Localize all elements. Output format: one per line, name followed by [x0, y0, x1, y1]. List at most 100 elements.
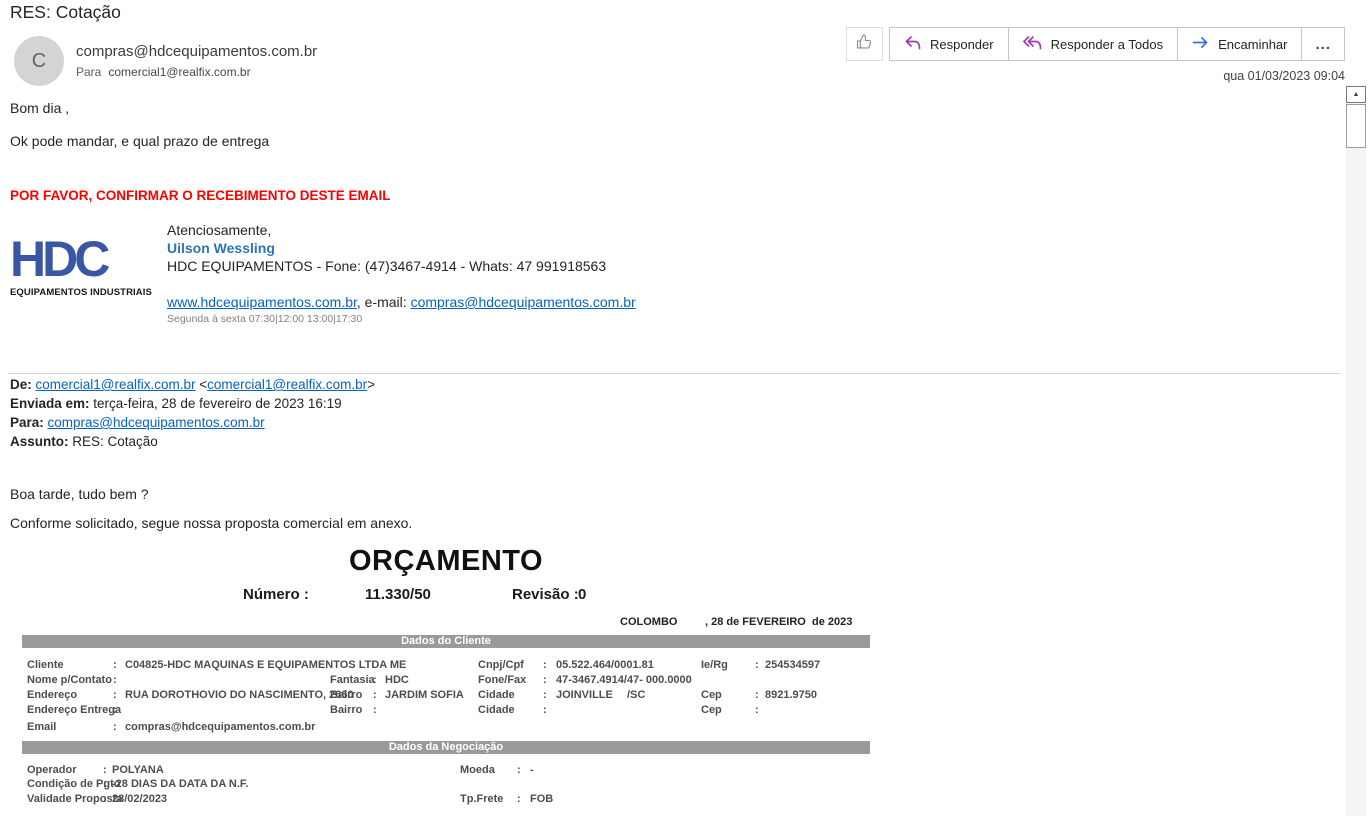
scrollbar[interactable]: ▲ [1346, 86, 1366, 816]
scrollbar-up-button[interactable]: ▲ [1346, 86, 1366, 103]
quoted-to-link[interactable]: compras@hdcequipamentos.com.br [48, 415, 265, 430]
revisao-label: Revisão : [512, 586, 579, 603]
validade-value: 28/02/2023 [112, 793, 167, 805]
quoted-to-line: Para: compras@hdcequipamentos.com.br [10, 415, 265, 430]
negotiation-section-header: Dados da Negociação [22, 741, 870, 754]
bairro-value: JARDIM SOFIA [385, 689, 464, 701]
recipient-address[interactable]: comercial1@realfix.com.br [108, 65, 250, 79]
from-address-link2[interactable]: comercial1@realfix.com.br [207, 377, 367, 392]
endereco-entrega-label: Endereço Entrega [27, 704, 121, 716]
sent-label: Enviada em: [10, 396, 93, 411]
colon: : [543, 674, 547, 686]
sent-value: terça-feira, 28 de fevereiro de 2023 16:… [93, 396, 341, 411]
colon: : [103, 764, 107, 776]
fantasia-label: Fantasia [330, 674, 375, 686]
email-sep: , e-mail: [357, 294, 411, 310]
colon: : [113, 659, 117, 671]
uf-value: /SC [627, 689, 645, 701]
from-label: De: [10, 377, 36, 392]
reply-all-icon [1023, 35, 1042, 53]
like-button[interactable] [846, 27, 883, 61]
document-city: COLOMBO [620, 616, 677, 628]
document-date: , 28 de FEVEREIRO de 2023 [705, 616, 852, 628]
colon: : [373, 704, 377, 716]
client-section-header: Dados do Cliente [22, 635, 870, 648]
numero-label: Número : [243, 586, 309, 603]
numero-value: 11.330/50 [365, 586, 431, 603]
colon: : [113, 721, 117, 733]
received-timestamp: qua 01/03/2023 09:04 [1223, 69, 1345, 83]
hdc-logo: HDC EQUIPAMENTOS INDUSTRIAIS [10, 222, 167, 325]
hdc-logo-caption: EQUIPAMENTOS INDUSTRIAIS [10, 287, 167, 298]
reply-all-button[interactable]: Responder a Todos [1008, 27, 1179, 61]
cidade-value: JOINVILLE [556, 689, 613, 701]
thumbs-up-icon [855, 33, 873, 56]
colon: : [103, 793, 107, 805]
cnpj-value: 05.522.464/0001.81 [556, 659, 654, 671]
colon: : [755, 689, 759, 701]
cnpj-label: Cnpj/Cpf [478, 659, 524, 671]
quoted-subject-label: Assunto: [10, 434, 72, 449]
validade-label: Validade Proposta [27, 793, 122, 805]
sender-avatar[interactable]: C [14, 36, 64, 86]
colon: : [755, 659, 759, 671]
colon: : [113, 674, 117, 686]
quotation-document: ORÇAMENTO Número : 11.330/50 Revisão : 0… [22, 545, 870, 816]
quoted-subject-line: Assunto: RES: Cotação [10, 434, 158, 449]
signature-links: www.hdcequipamentos.com.br, e-mail: comp… [167, 294, 636, 310]
more-actions-button[interactable]: ... [1301, 27, 1345, 61]
contato-label: Nome p/Contato [27, 674, 112, 686]
cidade2-label: Cidade [478, 704, 515, 716]
email-label: Email [27, 721, 56, 733]
sender-address[interactable]: compras@hdcequipamentos.com.br [76, 43, 317, 60]
website-link[interactable]: www.hdcequipamentos.com.br [167, 294, 357, 310]
moeda-value: - [530, 764, 534, 776]
document-title: ORÇAMENTO [22, 545, 870, 578]
quoted-body-line: Boa tarde, tudo bem ? [10, 486, 149, 502]
operador-value: POLYANA [112, 764, 164, 776]
email-signature: HDC EQUIPAMENTOS INDUSTRIAIS Atenciosame… [10, 222, 636, 325]
from-address-link[interactable]: comercial1@realfix.com.br [36, 377, 196, 392]
bracket-close: > [367, 377, 375, 392]
tpfrete-value: FOB [530, 793, 553, 805]
colon: : [517, 793, 521, 805]
email-reading-pane: RES: Cotação Responder [0, 0, 1368, 816]
colon: : [373, 674, 377, 686]
email-subject: RES: Cotação [10, 2, 121, 23]
body-line: Bom dia , [10, 100, 69, 116]
reply-button-label: Responder [930, 37, 994, 52]
signature-closing: Atenciosamente, [167, 222, 636, 238]
quoted-body-line: Conforme solicitado, segue nossa propost… [10, 515, 412, 531]
tpfrete-label: Tp.Frete [460, 793, 503, 805]
colon: : [113, 689, 117, 701]
fonefax-value: 47-3467.4914/47- 000.0000 [556, 674, 692, 686]
reply-button[interactable]: Responder [889, 27, 1009, 61]
business-hours: Segunda à sexta 07:30|12:00 13:00|17:30 [167, 313, 636, 325]
endereco-value: RUA DOROTHOVIO DO NASCIMENTO, 2660 [125, 689, 354, 701]
colon: : [755, 704, 759, 716]
signature-email-link[interactable]: compras@hdcequipamentos.com.br [411, 294, 636, 310]
colon: : [543, 704, 547, 716]
colon: : [517, 764, 521, 776]
hdc-logo-text: HDC [10, 236, 167, 282]
reply-all-button-label: Responder a Todos [1051, 37, 1164, 52]
forward-button[interactable]: Encaminhar [1177, 27, 1302, 61]
client-email-value: compras@hdcequipamentos.com.br [125, 721, 315, 733]
moeda-label: Moeda [460, 764, 495, 776]
ierg-value: 254534597 [765, 659, 820, 671]
recipient-line: Paracomercial1@realfix.com.br [76, 65, 251, 79]
scrollbar-thumb[interactable] [1346, 104, 1366, 148]
bairro2-label: Bairro [330, 704, 362, 716]
signature-name: Uilson Wessling [167, 240, 636, 256]
colon: : [543, 689, 547, 701]
forward-icon [1192, 35, 1209, 53]
signature-company: HDC EQUIPAMENTOS - Fone: (47)3467-4914 -… [167, 258, 636, 274]
cep2-label: Cep [701, 704, 722, 716]
cliente-value: C04825-HDC MAQUINAS E EQUIPAMENTOS LTDA … [125, 659, 406, 671]
endereco-label: Endereço [27, 689, 77, 701]
reply-icon [904, 35, 921, 53]
quoted-from-line: De: comercial1@realfix.com.br <comercial… [10, 377, 375, 392]
confirmation-notice: POR FAVOR, CONFIRMAR O RECEBIMENTO DESTE… [10, 188, 391, 203]
quoted-subject-value: RES: Cotação [72, 434, 158, 449]
forward-button-label: Encaminhar [1218, 37, 1287, 52]
